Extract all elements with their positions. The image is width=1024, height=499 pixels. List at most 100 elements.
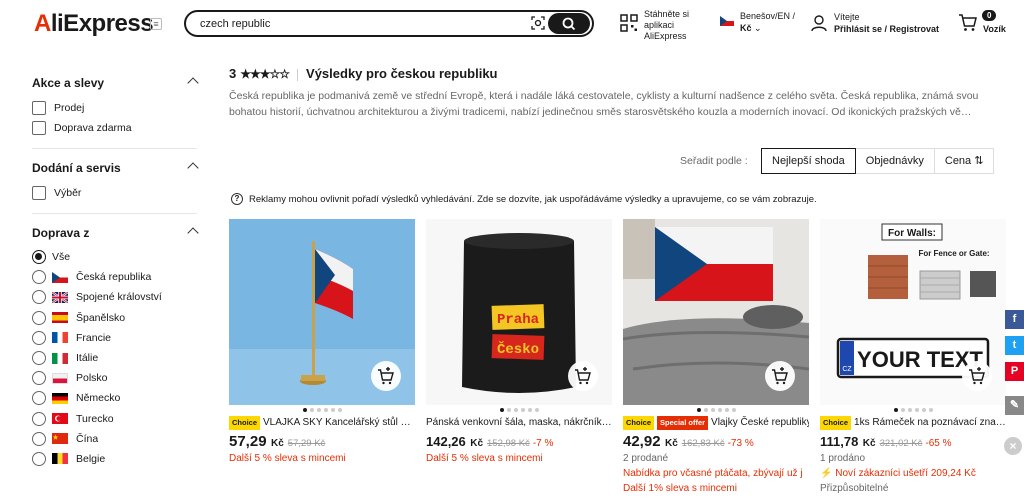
filter-choice[interactable]: Výběr: [32, 183, 197, 203]
user-icon[interactable]: [810, 14, 828, 32]
old-price: 162,83 Kč: [681, 438, 725, 449]
facebook-share-icon[interactable]: f: [1005, 310, 1024, 329]
search-button[interactable]: [548, 13, 590, 34]
radio[interactable]: [32, 270, 46, 285]
close-icon[interactable]: ×: [1004, 437, 1022, 455]
product-title[interactable]: Choice Special offer Vlajky České republik…: [623, 416, 809, 430]
gaiter-text-bottom: Česko: [497, 340, 539, 358]
divider: [32, 148, 197, 149]
ship-from-spain[interactable]: Španělsko: [32, 308, 197, 328]
chevron-up-icon[interactable]: [187, 227, 199, 239]
edit-icon[interactable]: ✎: [1005, 396, 1024, 415]
filter-free-shipping[interactable]: Doprava zdarma: [32, 118, 197, 138]
twitter-share-icon[interactable]: t: [1005, 336, 1024, 355]
pinterest-share-icon[interactable]: P: [1005, 362, 1024, 381]
product-card[interactable]: Praha Česko Pánská venkovní šála, maska,…: [426, 219, 612, 499]
add-to-cart-button[interactable]: [371, 361, 401, 391]
germany-flag-icon: [52, 392, 68, 404]
radio[interactable]: [32, 371, 46, 386]
ship-from-china[interactable]: Čína: [32, 429, 197, 449]
choice-badge: Choice: [820, 416, 852, 430]
cart-icon[interactable]: [958, 14, 978, 32]
ship-from-czech-republic[interactable]: Česká republika: [32, 267, 197, 287]
product-title[interactable]: Choice VLAJKA SKY Kancelářský stůl …: [229, 416, 415, 430]
ship-from-all[interactable]: Vše: [32, 247, 197, 267]
sort-label: Seřadit podle :: [680, 155, 748, 167]
radio[interactable]: [32, 431, 46, 446]
option-label: Čína: [76, 432, 99, 445]
product-title[interactable]: Pánská venkovní šála, maska, nákrčník…: [426, 416, 612, 430]
signin-register-link[interactable]: Přihlásit se / Registrovat: [834, 23, 939, 35]
checkbox[interactable]: [32, 101, 46, 115]
chevron-up-icon[interactable]: [187, 162, 199, 174]
add-to-cart-button[interactable]: [568, 361, 598, 391]
locale-selector[interactable]: Benešov/EN / Kč ⌄: [740, 10, 802, 34]
option-label: Turecko: [76, 412, 114, 425]
product-card[interactable]: Choice Special offer Vlajky České republik…: [623, 219, 809, 499]
radio[interactable]: [32, 391, 46, 406]
radio[interactable]: [32, 310, 46, 325]
aliexpress-logo[interactable]: AliExpress: [34, 10, 154, 38]
radio[interactable]: [32, 451, 46, 466]
menu-icon[interactable]: ≡: [150, 18, 162, 30]
checkbox[interactable]: [32, 186, 46, 200]
sort-best-match-button[interactable]: Nejlepší shoda: [761, 148, 856, 174]
product-image[interactable]: For Walls: For Fence or Gate: CZ YOUR TE…: [820, 219, 1006, 405]
product-image[interactable]: Praha Česko: [426, 219, 612, 405]
image-search-icon[interactable]: [531, 16, 545, 30]
filter-sale[interactable]: Prodej: [32, 98, 197, 118]
cart-label[interactable]: Vozík: [983, 24, 1006, 34]
ship-from-uk[interactable]: Spojené království: [32, 287, 197, 307]
product-card[interactable]: Choice VLAJKA SKY Kancelářský stůl … 57,2…: [229, 219, 415, 499]
chevron-up-icon[interactable]: [187, 77, 199, 89]
product-image[interactable]: [229, 219, 415, 405]
product-title[interactable]: Choice 1ks Rámeček na poznávací zna…: [820, 416, 1006, 430]
ads-notice: ? Reklamy mohou ovlivnit pořadí výsledků…: [231, 193, 817, 205]
option-label: Francie: [76, 331, 112, 344]
option-label: Německo: [76, 392, 121, 405]
add-to-cart-button[interactable]: [765, 361, 795, 391]
search-input[interactable]: [200, 15, 520, 33]
sort-options: Nejlepší shoda Objednávky Cena ⇅: [761, 148, 995, 174]
radio-selected[interactable]: [32, 250, 46, 265]
account-menu[interactable]: Vítejte Přihlásit se / Registrovat: [834, 11, 939, 35]
price-row: 42,92 Kč 162,83 Kč -73 %: [623, 433, 809, 451]
discount: -73 %: [727, 438, 754, 449]
delivery-section-title[interactable]: Dodání a servis: [32, 161, 199, 179]
qr-code-icon[interactable]: [620, 14, 638, 32]
ship-from-italy[interactable]: Itálie: [32, 348, 197, 368]
deals-section-title[interactable]: Akce a slevy: [32, 76, 199, 94]
ship-from-belgium[interactable]: Belgie: [32, 449, 197, 469]
old-price: 57,29 Kč: [287, 438, 326, 449]
radio[interactable]: [32, 330, 46, 345]
ship-from-turkey[interactable]: Turecko: [32, 409, 197, 429]
option-label: Belgie: [76, 452, 106, 465]
product-image[interactable]: [623, 219, 809, 405]
image-carousel-dots[interactable]: [623, 408, 809, 413]
ship-from-france[interactable]: Francie: [32, 328, 197, 348]
sold-count: 2 prodané: [623, 453, 669, 464]
ship-from-poland[interactable]: Polsko: [32, 368, 197, 388]
ship-from-germany[interactable]: Německo: [32, 388, 197, 408]
radio[interactable]: [32, 411, 46, 426]
coin-discount-text: Další 1% sleva s mincemi: [623, 483, 737, 494]
radio[interactable]: [32, 351, 46, 366]
price-row: 111,78 Kč 321,02 Kč -65 %: [820, 433, 1006, 451]
image-carousel-dots[interactable]: [229, 408, 415, 413]
image-carousel-dots[interactable]: [426, 408, 612, 413]
rating-stars: ★★★☆☆: [240, 67, 290, 81]
sort-price-button[interactable]: Cena ⇅: [934, 148, 995, 174]
checkbox[interactable]: [32, 121, 46, 135]
app-download-link[interactable]: Stáhněte si aplikaci AliExpress: [644, 9, 714, 42]
ship-from-section-title[interactable]: Doprava z: [32, 226, 199, 244]
add-to-cart-icon: [772, 367, 788, 385]
product-card[interactable]: For Walls: For Fence or Gate: CZ YOUR TE…: [820, 219, 1006, 499]
sort-orders-button[interactable]: Objednávky: [855, 148, 935, 174]
option-label: Polsko: [76, 372, 108, 385]
ads-notice-text[interactable]: Reklamy mohou ovlivnit pořadí výsledků v…: [249, 194, 817, 205]
add-to-cart-button[interactable]: [962, 361, 992, 391]
question-icon[interactable]: ?: [231, 193, 243, 205]
radio[interactable]: [32, 290, 46, 305]
image-carousel-dots[interactable]: [820, 408, 1006, 413]
filter-label: Doprava zdarma: [54, 122, 132, 134]
